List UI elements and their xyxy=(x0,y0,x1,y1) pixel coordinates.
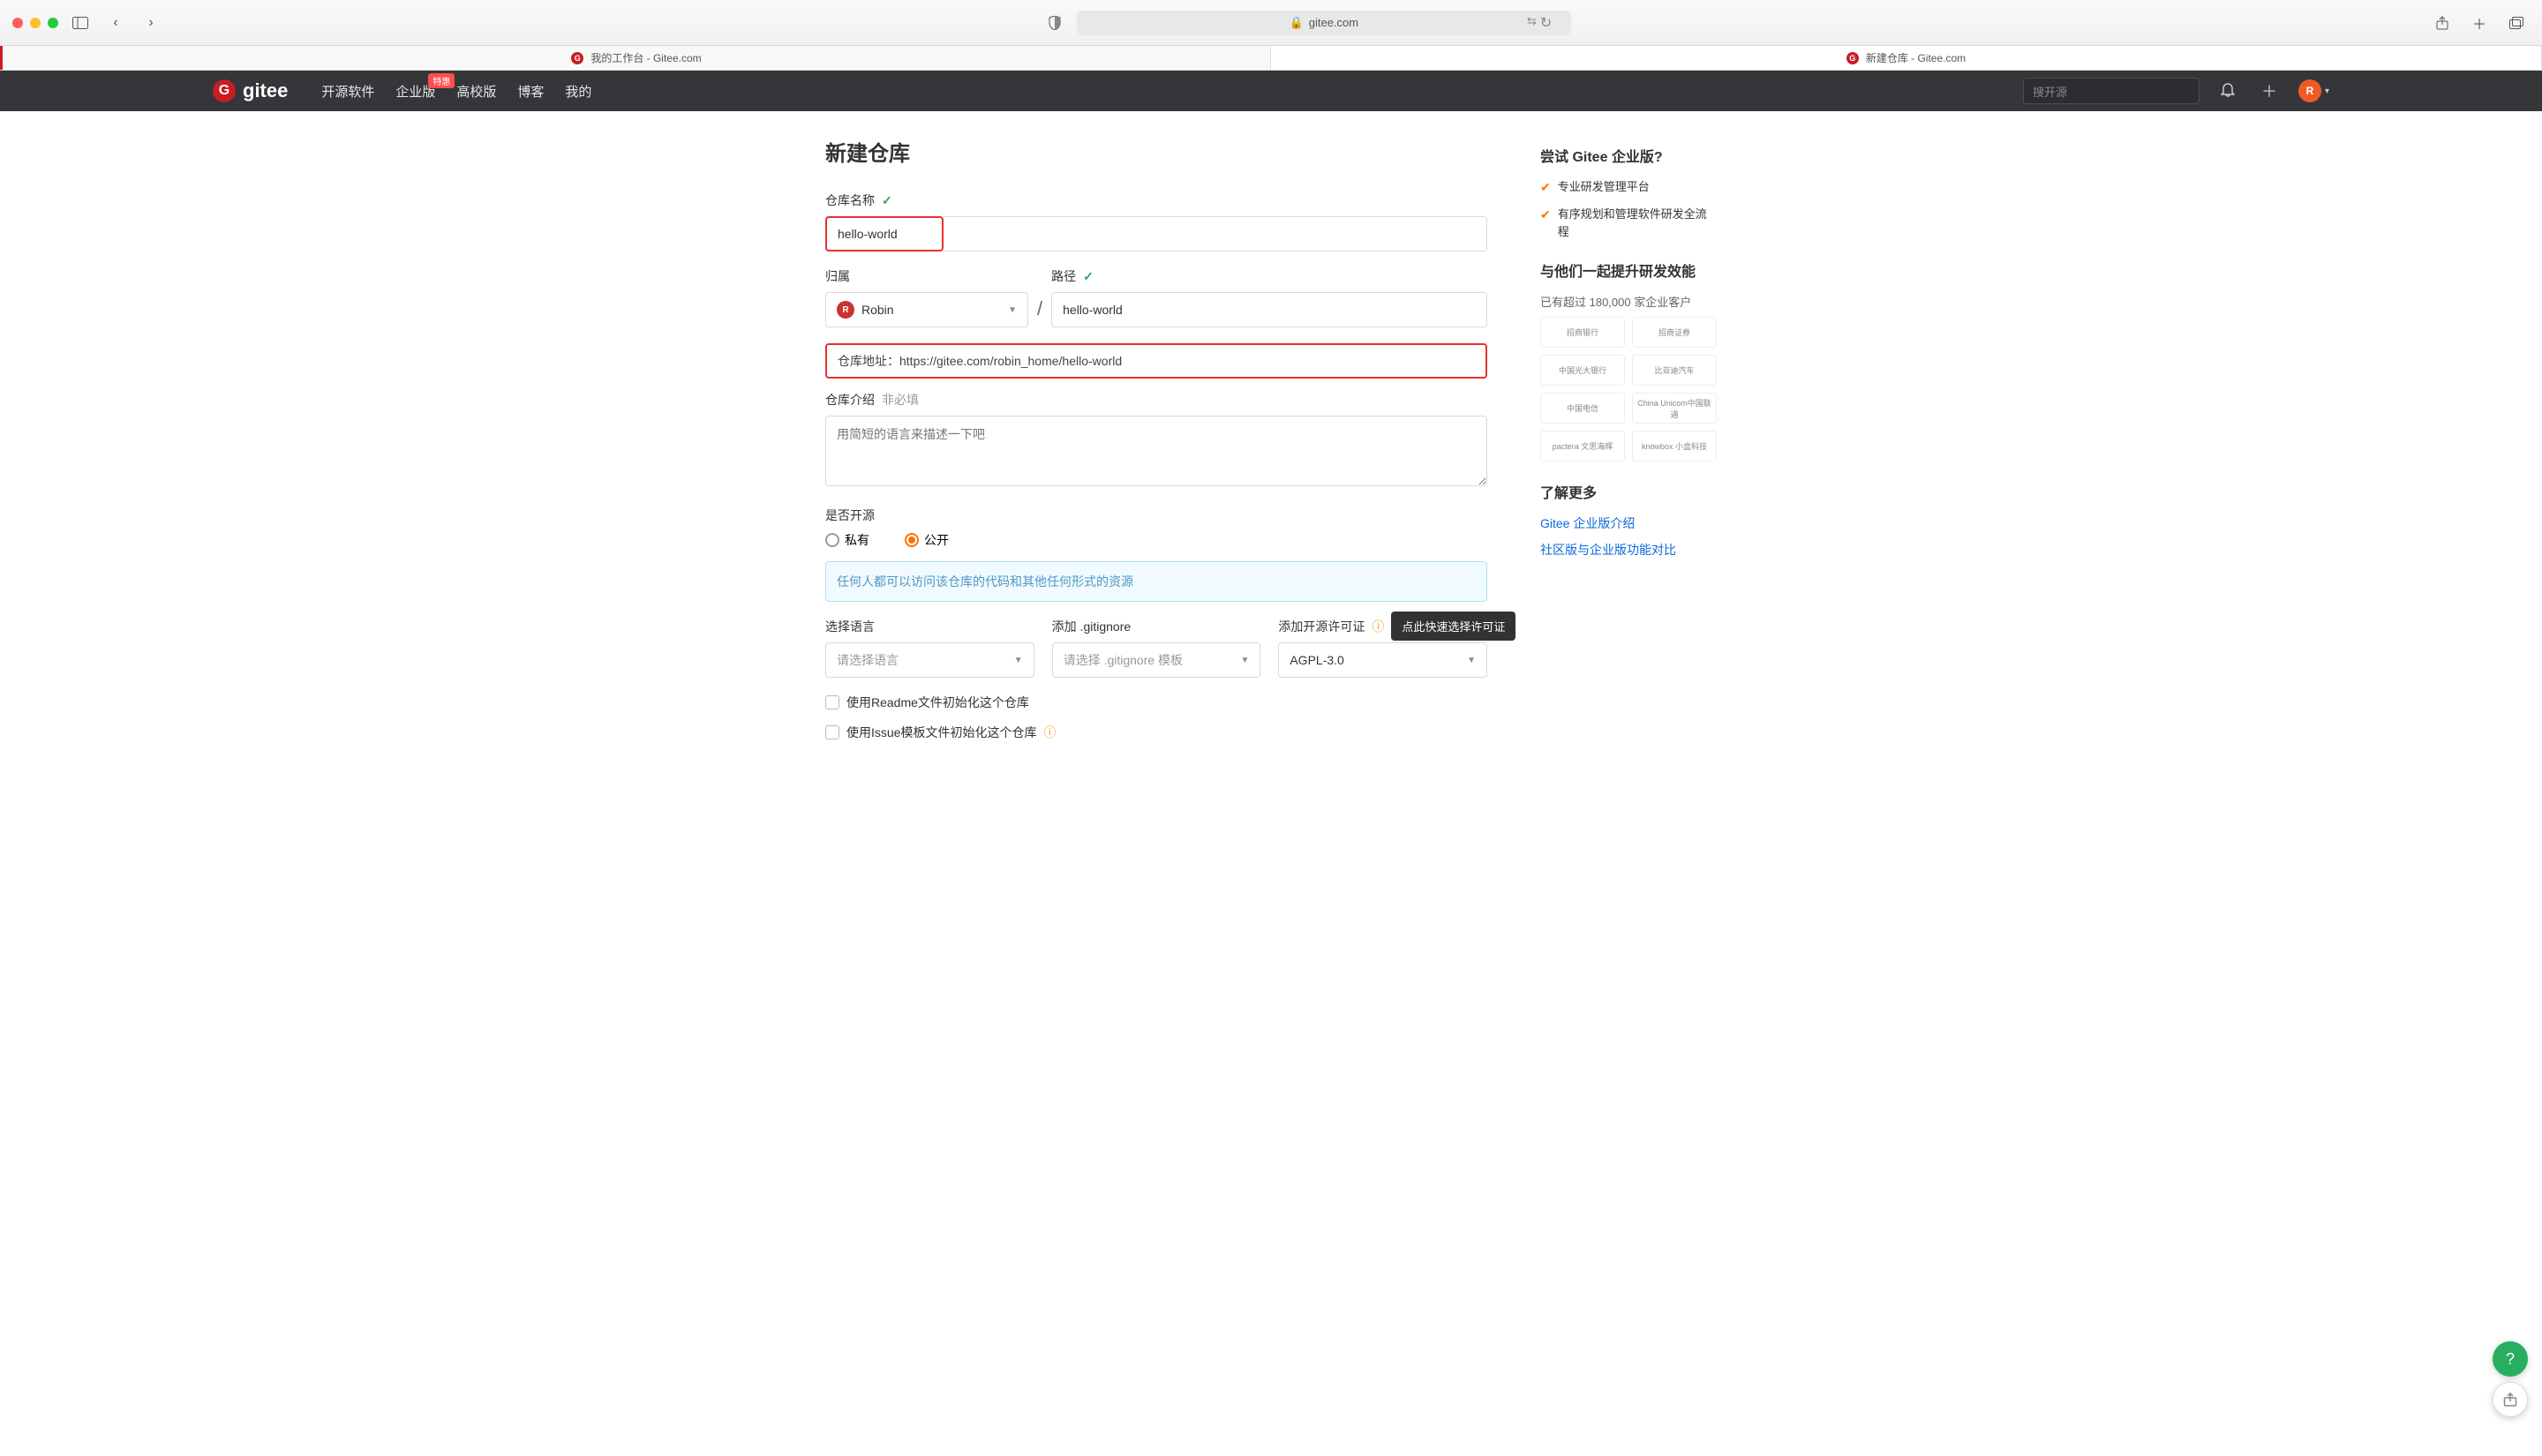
partner-logo: knowbox 小盒科技 xyxy=(1632,431,1717,462)
browser-toolbar: ‹ › 🔒 gitee.com ⇆↻ ＋ xyxy=(0,0,2542,46)
radio-public[interactable]: 公开 xyxy=(905,531,949,549)
link-enterprise-intro[interactable]: Gitee 企业版介绍 xyxy=(1540,514,1717,532)
search-input[interactable]: 搜开源 xyxy=(2023,78,2200,104)
checkbox-icon xyxy=(825,725,839,739)
check-circle-icon: ✔ xyxy=(1540,206,1551,224)
translate-icon[interactable]: ⇆ xyxy=(1527,14,1537,32)
chevron-down-icon: ▼ xyxy=(1014,656,1023,665)
partner-logo: 中国光大银行 xyxy=(1540,355,1625,386)
gitee-logo-icon: G xyxy=(213,79,236,102)
promo-item: ✔有序规划和管理软件研发全流程 xyxy=(1540,206,1717,240)
minimize-icon[interactable] xyxy=(30,18,41,28)
close-icon[interactable] xyxy=(12,18,23,28)
lock-icon: 🔒 xyxy=(1290,16,1304,30)
partners-sub: 已有超过 180,000 家企业客户 xyxy=(1540,293,1717,310)
partner-logo: pactera 文思海辉 xyxy=(1540,431,1625,462)
check-icon: ✓ xyxy=(882,193,892,208)
label-path: 路径 ✓ xyxy=(1051,267,1487,285)
help-fab[interactable]: ? xyxy=(2493,1341,2528,1377)
maximize-icon[interactable] xyxy=(48,18,58,28)
partner-grid: 招商银行 招商证券 中国光大银行 比亚迪汽车 中国电信 China Unicom… xyxy=(1540,317,1717,462)
path-input[interactable] xyxy=(1051,292,1487,327)
label-language: 选择语言 xyxy=(825,618,1034,635)
label-description: 仓库介绍 非必填 xyxy=(825,391,1487,409)
label-owner: 归属 xyxy=(825,267,1028,285)
owner-select[interactable]: R Robin ▼ xyxy=(825,292,1028,327)
partner-logo: 招商证券 xyxy=(1632,317,1717,348)
page-title: 新建仓库 xyxy=(825,136,1487,167)
promo-title: 尝试 Gitee 企业版? xyxy=(1540,145,1717,166)
gitee-favicon-icon: G xyxy=(571,52,583,64)
partner-logo: China Unicom中国联通 xyxy=(1632,393,1717,424)
share-fab[interactable] xyxy=(2493,1382,2528,1417)
back-button[interactable]: ‹ xyxy=(102,11,129,34)
license-select[interactable]: AGPL-3.0 ▼ xyxy=(1278,642,1487,678)
tab-label: 新建仓库 - Gitee.com xyxy=(1866,50,1966,65)
label-gitignore: 添加 .gitignore xyxy=(1052,618,1261,635)
chevron-down-icon: ▾ xyxy=(2325,86,2329,96)
partner-logo: 招商银行 xyxy=(1540,317,1625,348)
sidebar-toggle-icon[interactable] xyxy=(67,11,94,34)
checkbox-issue-template[interactable]: 使用Issue模板文件初始化这个仓库 ⓘ xyxy=(825,724,1487,741)
chevron-down-icon: ▼ xyxy=(1467,656,1476,665)
chevron-down-icon: ▼ xyxy=(1008,305,1017,315)
link-compare[interactable]: 社区版与企业版功能对比 xyxy=(1540,541,1717,559)
path-separator: / xyxy=(1037,297,1042,320)
nav-opensource[interactable]: 开源软件 xyxy=(321,82,374,101)
notifications-icon[interactable] xyxy=(2215,81,2240,101)
gitignore-select[interactable]: 请选择 .gitignore 模板 ▼ xyxy=(1052,642,1261,678)
promo-item: ✔专业研发管理平台 xyxy=(1540,178,1717,197)
public-note: 任何人都可以访问该仓库的代码和其他任何形式的资源 xyxy=(825,561,1487,602)
radio-icon xyxy=(825,533,839,547)
check-circle-icon: ✔ xyxy=(1540,178,1551,197)
nav-campus[interactable]: 高校版 xyxy=(456,82,496,101)
tab-strip: G 我的工作台 - Gitee.com G 新建仓库 - Gitee.com xyxy=(0,46,2542,71)
main-form: 新建仓库 仓库名称 ✓ 归属 R Robin ▼ xyxy=(825,136,1487,741)
nav-blog[interactable]: 博客 xyxy=(517,82,544,101)
info-icon[interactable]: ⓘ xyxy=(1372,618,1384,635)
reload-icon[interactable]: ↻ xyxy=(1540,14,1552,32)
url-bar[interactable]: 🔒 gitee.com xyxy=(1077,11,1571,35)
more-title: 了解更多 xyxy=(1540,481,1717,502)
tabs-icon[interactable] xyxy=(2503,11,2530,34)
partners-title: 与他们一起提升研发效能 xyxy=(1540,259,1717,281)
check-icon: ✓ xyxy=(1083,269,1094,284)
language-select[interactable]: 请选择语言 ▼ xyxy=(825,642,1034,678)
site-header: G gitee 开源软件 企业版 特惠 高校版 博客 我的 搜开源 ＋ R ▾ xyxy=(0,71,2542,111)
description-input[interactable] xyxy=(825,416,1487,486)
nav-mine[interactable]: 我的 xyxy=(565,82,591,101)
sidebar: 尝试 Gitee 企业版? ✔专业研发管理平台 ✔有序规划和管理软件研发全流程 … xyxy=(1540,136,1717,741)
gitee-favicon-icon: G xyxy=(1846,52,1859,64)
radio-private[interactable]: 私有 xyxy=(825,531,869,549)
nav-enterprise[interactable]: 企业版 特惠 xyxy=(395,82,435,101)
shield-icon[interactable] xyxy=(1042,11,1068,34)
gitee-logo[interactable]: G gitee xyxy=(213,79,288,102)
forward-button[interactable]: › xyxy=(138,11,164,34)
owner-avatar-icon: R xyxy=(837,301,854,319)
badge-hot: 特惠 xyxy=(428,73,455,88)
avatar: R xyxy=(2298,79,2321,102)
partner-logo: 中国电信 xyxy=(1540,393,1625,424)
radio-checked-icon xyxy=(905,533,919,547)
repo-url-display: 仓库地址：https://gitee.com/robin_home/hello-… xyxy=(825,343,1487,379)
repo-name-input[interactable] xyxy=(827,218,942,250)
license-tooltip: 点此快速选择许可证 xyxy=(1391,612,1515,641)
label-repo-name: 仓库名称 ✓ xyxy=(825,191,1487,209)
checkbox-readme[interactable]: 使用Readme文件初始化这个仓库 xyxy=(825,694,1487,711)
chevron-down-icon: ▼ xyxy=(1240,656,1249,665)
tab-label: 我的工作台 - Gitee.com xyxy=(590,50,701,65)
checkbox-icon xyxy=(825,695,839,709)
label-opensource: 是否开源 xyxy=(825,507,1487,524)
user-menu[interactable]: R ▾ xyxy=(2298,79,2329,102)
new-tab-icon[interactable]: ＋ xyxy=(2466,11,2493,34)
url-host: gitee.com xyxy=(1309,16,1358,29)
tab-new-repo[interactable]: G 新建仓库 - Gitee.com xyxy=(1271,46,2542,70)
partner-logo: 比亚迪汽车 xyxy=(1632,355,1717,386)
share-icon[interactable] xyxy=(2429,11,2456,34)
tab-workbench[interactable]: G 我的工作台 - Gitee.com xyxy=(0,46,1271,70)
window-controls xyxy=(12,18,58,28)
info-icon[interactable]: ⓘ xyxy=(1043,724,1056,741)
plus-icon[interactable]: ＋ xyxy=(2256,79,2283,102)
